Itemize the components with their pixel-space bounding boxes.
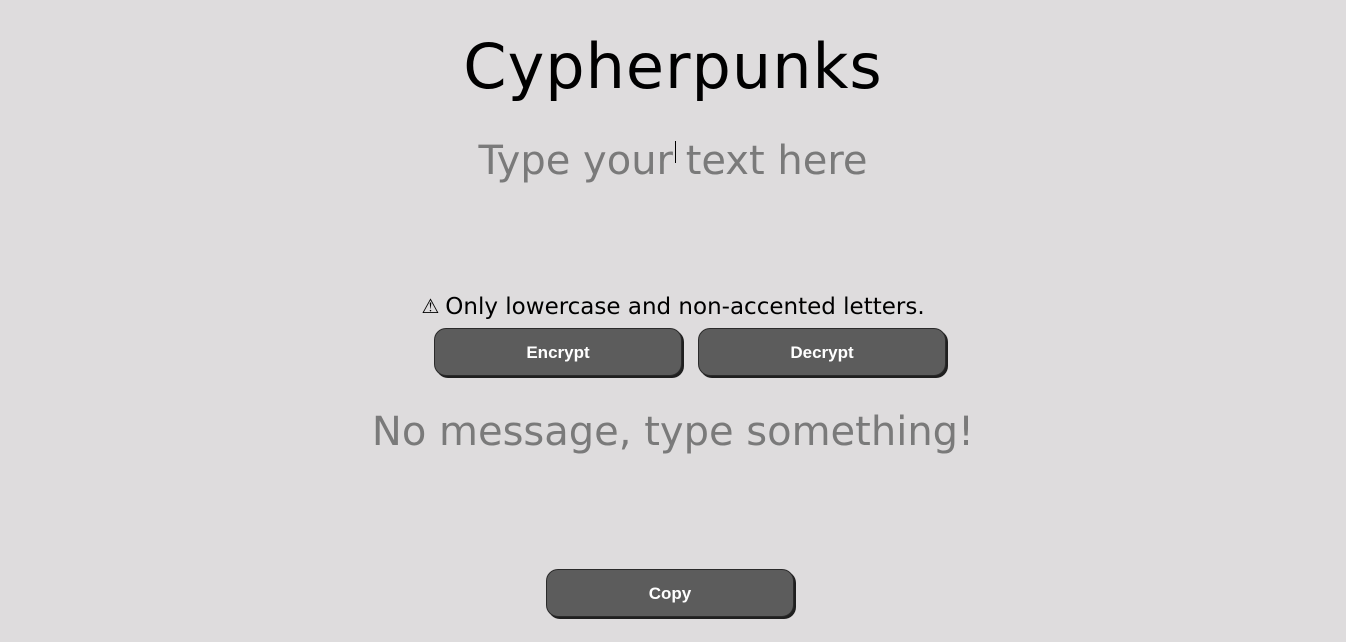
page-title: Cypherpunks bbox=[463, 30, 883, 103]
input-notice: ⚠ Only lowercase and non-accented letters… bbox=[0, 290, 1346, 323]
app-page: Cypherpunks ⚠Only lowercase and non-acce… bbox=[0, 0, 1346, 642]
message-input[interactable] bbox=[373, 132, 973, 262]
output-message: No message, type something! bbox=[371, 409, 975, 455]
copy-button[interactable]: Copy bbox=[546, 569, 794, 617]
encrypt-button[interactable]: Encrypt bbox=[434, 328, 682, 376]
decrypt-button[interactable]: Decrypt bbox=[698, 328, 946, 376]
notice-text: Only lowercase and non-accented letters. bbox=[445, 294, 925, 320]
text-cursor bbox=[675, 141, 676, 163]
warning-icon: ⚠ bbox=[421, 294, 440, 318]
